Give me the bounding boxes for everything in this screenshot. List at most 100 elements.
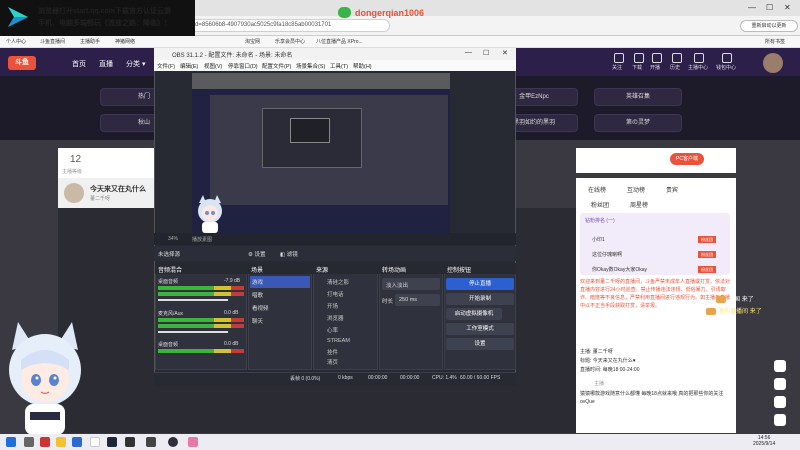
- source-item[interactable]: 打电话: [327, 290, 344, 298]
- bookmark[interactable]: 八位直播产品 XPro...: [316, 38, 363, 45]
- side-action-icon[interactable]: [774, 396, 786, 408]
- tab-online-rank[interactable]: 在线榜: [588, 185, 606, 194]
- category-button[interactable]: 第の灵梦: [594, 114, 682, 132]
- room-streamer-name[interactable]: 董二千呀: [90, 195, 110, 202]
- source-item[interactable]: 清页: [327, 358, 338, 366]
- taskbar-app-icon[interactable]: [125, 437, 135, 447]
- room-avatar[interactable]: [64, 183, 84, 203]
- tab-weekly-star[interactable]: 周星榜: [630, 200, 648, 209]
- pc-client-button[interactable]: PC客户端: [670, 153, 704, 165]
- category-button[interactable]: 英雄召集: [594, 88, 682, 106]
- start-recording-button[interactable]: 开始录制: [446, 293, 514, 305]
- taskbar-app-icon[interactable]: [72, 437, 82, 447]
- steam-icon[interactable]: [107, 437, 117, 447]
- close-icon[interactable]: ✕: [784, 3, 791, 12]
- all-bookmarks[interactable]: 所有书签: [765, 38, 785, 45]
- bookmark[interactable]: 乐享会员中心: [275, 38, 305, 45]
- menu-scene-collection[interactable]: 场景集合(S): [296, 62, 325, 70]
- tab-interaction-rank[interactable]: 互动榜: [627, 185, 645, 194]
- nav-category[interactable]: 分类 ▾: [126, 59, 145, 69]
- nav-follow[interactable]: 关注: [612, 64, 622, 71]
- taskbar-app-icon[interactable]: [146, 437, 156, 447]
- chat-message: 猿猿哪款游戏随意什么都懂 每晚18点就来哦 真的把那些你的关注ovQue: [580, 391, 724, 405]
- nav-wallet[interactable]: 钱包中心: [716, 64, 736, 71]
- preview-nested-obs-inner: [290, 118, 330, 143]
- rank-row[interactable]: 这位仔瑰喇啊: [592, 251, 622, 258]
- system-clock[interactable]: 14:56 2025/9/14: [753, 435, 775, 447]
- nav-live[interactable]: 直播: [99, 59, 113, 69]
- settings-button[interactable]: 设置: [446, 338, 514, 350]
- source-item[interactable]: 开场: [327, 302, 338, 310]
- source-item[interactable]: 挂件: [327, 348, 338, 356]
- obs-maximize-icon[interactable]: ☐: [483, 49, 489, 57]
- mixer-track-name: 桌面音频: [158, 279, 179, 285]
- streamer-center-icon[interactable]: [694, 53, 704, 63]
- nav-download[interactable]: 下载: [632, 64, 642, 71]
- studio-mode-button[interactable]: 工作室模式: [446, 323, 514, 335]
- menu-help[interactable]: 帮助(H): [353, 62, 372, 70]
- source-item[interactable]: 浏览器: [327, 314, 344, 322]
- volume-slider[interactable]: [158, 299, 228, 301]
- search-icon[interactable]: [24, 437, 34, 447]
- nav-broadcast[interactable]: 开播: [650, 64, 660, 71]
- taskbar-app-icon[interactable]: [188, 437, 198, 447]
- scene-item[interactable]: 看视频: [252, 304, 269, 312]
- rank-row[interactable]: 你Okay数Okay大家Okay: [592, 266, 647, 273]
- bookmark[interactable]: 个人中心: [6, 38, 26, 45]
- menu-tools[interactable]: 工具(T): [330, 62, 348, 70]
- nav-history[interactable]: 历史: [670, 64, 680, 71]
- side-action-icon[interactable]: [774, 360, 786, 372]
- tab-vip[interactable]: 贵宾: [666, 185, 678, 194]
- streamer-level: 12: [70, 154, 82, 165]
- menu-docks[interactable]: 停靠窗口(D): [228, 62, 258, 70]
- maximize-icon[interactable]: ☐: [766, 3, 773, 12]
- broadcast-icon[interactable]: [652, 53, 662, 63]
- nav-streamer-center[interactable]: 主播中心: [688, 64, 708, 71]
- bookmark[interactable]: 淘宝网: [245, 38, 260, 45]
- history-icon[interactable]: [672, 53, 682, 63]
- taskbar-app-icon[interactable]: [40, 437, 50, 447]
- volume-slider[interactable]: [158, 331, 228, 333]
- duration-label: 时长: [382, 299, 394, 305]
- follow-icon[interactable]: [614, 53, 624, 63]
- scene-item[interactable]: 游戏: [252, 278, 263, 286]
- source-item[interactable]: 清硅之影: [327, 278, 349, 286]
- start-virtual-camera-button[interactable]: 启动虚拟摄像机: [446, 308, 502, 320]
- folder-icon[interactable]: [56, 437, 66, 447]
- chrome-icon[interactable]: [90, 437, 100, 447]
- source-filters-button[interactable]: ◧ 滤镜: [280, 250, 298, 258]
- download-icon[interactable]: [634, 53, 644, 63]
- start-icon[interactable]: [6, 437, 16, 447]
- stop-streaming-button[interactable]: 停止直播: [446, 278, 514, 290]
- update-button[interactable]: 重新启动以更新: [740, 20, 798, 32]
- source-item[interactable]: 心率: [327, 326, 338, 334]
- obs-close-icon[interactable]: ✕: [502, 49, 508, 57]
- menu-view[interactable]: 视图(V): [204, 62, 222, 70]
- scene-item[interactable]: 聊天: [252, 317, 263, 325]
- source-item[interactable]: STREAM: [327, 338, 350, 344]
- chat-text: 每晚18:00-24:00: [602, 367, 640, 373]
- minimize-icon[interactable]: —: [748, 3, 756, 12]
- obs-icon[interactable]: [168, 437, 178, 447]
- wallet-icon[interactable]: [722, 53, 732, 63]
- bookmark[interactable]: 主播助手: [80, 38, 100, 45]
- menu-edit[interactable]: 编辑(E): [180, 62, 198, 70]
- side-action-icon[interactable]: [774, 378, 786, 390]
- user-avatar[interactable]: [763, 53, 783, 73]
- rank-row[interactable]: 小印1: [592, 236, 605, 243]
- menu-profile[interactable]: 配置文件(P): [262, 62, 291, 70]
- tab-fans[interactable]: 粉丝团: [591, 200, 609, 209]
- obs-minimize-icon[interactable]: —: [465, 49, 472, 56]
- preview-toolbar: [192, 73, 450, 89]
- fps-display: 60.00 / 60.00 FPS: [460, 375, 501, 381]
- nav-home[interactable]: 首页: [72, 59, 86, 69]
- site-logo[interactable]: 斗鱼: [8, 56, 36, 70]
- scene-item[interactable]: 唱歌: [252, 291, 263, 299]
- bookmark[interactable]: 斗鱼直播间: [40, 38, 65, 45]
- fan-rank-header: 钻粉排名 (一): [585, 218, 615, 224]
- transition-type: 淡入淡出: [386, 283, 409, 289]
- side-action-icon[interactable]: [774, 414, 786, 426]
- menu-file[interactable]: 文件(F): [157, 62, 175, 70]
- source-settings-button[interactable]: ⚙ 设置: [248, 250, 265, 258]
- bookmark[interactable]: 神猪网络: [115, 38, 135, 45]
